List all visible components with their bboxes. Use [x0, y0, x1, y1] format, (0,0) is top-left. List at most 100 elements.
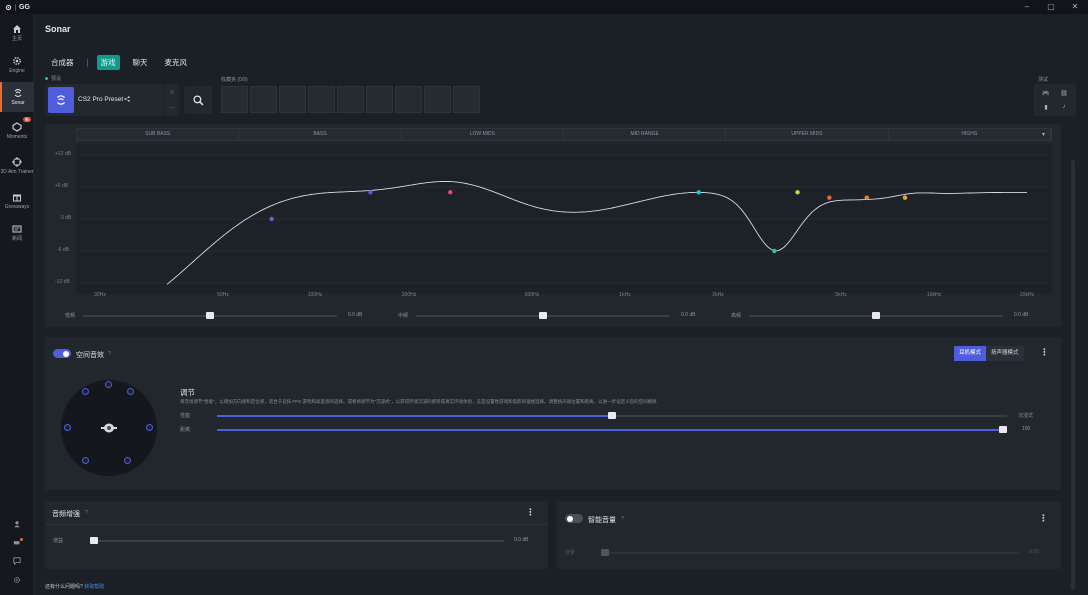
sidebar-item-moments[interactable]: 新 Moments [0, 116, 34, 146]
tab-mic[interactable]: 麦克风 [161, 55, 192, 70]
speaker-icon[interactable] [105, 381, 112, 388]
speaker-icon[interactable] [82, 457, 89, 464]
speaker-icon[interactable] [82, 388, 89, 395]
eq-node[interactable] [269, 216, 274, 222]
speaker-position-sphere[interactable] [61, 380, 157, 476]
eq-node[interactable] [902, 195, 908, 200]
speaker-icon[interactable] [64, 424, 71, 431]
more-dots-icon[interactable]: ··· [169, 105, 175, 111]
eq-node[interactable] [696, 190, 701, 195]
eq-node[interactable] [368, 190, 373, 195]
favorite-slot[interactable] [366, 86, 393, 113]
favorite-slot[interactable] [453, 86, 480, 113]
speaker-icon[interactable] [146, 424, 153, 431]
freq-label: 100Hz [307, 292, 323, 298]
page-title: Sonar [45, 24, 71, 34]
status-dot [45, 77, 48, 80]
band-upper-mids[interactable]: UPPER MIDS [726, 129, 889, 140]
immersion-slider-thumb[interactable] [608, 412, 616, 419]
bass-gain-thumb[interactable] [206, 312, 214, 319]
favorite-slot[interactable] [337, 86, 364, 113]
scrollbar[interactable] [1071, 160, 1075, 590]
speaker-icon[interactable] [124, 457, 131, 464]
spatial-audio-toggle[interactable] [53, 349, 71, 358]
help-icon[interactable]: ? [621, 516, 624, 522]
headphone-mode-button[interactable]: 耳机模式 [954, 346, 987, 361]
speaker-mode-button[interactable]: 扬声器模式 [986, 346, 1024, 361]
more-options-icon[interactable]: ⋮ [1040, 347, 1049, 358]
minimize-button[interactable]: – [1022, 2, 1032, 11]
boost-gain-thumb[interactable] [90, 537, 98, 544]
user-icon [14, 521, 20, 528]
chevron-down-icon[interactable]: ▾ [1042, 131, 1045, 138]
get-help-link[interactable]: 获取帮助 [84, 584, 104, 590]
distance-slider-thumb[interactable] [999, 426, 1007, 433]
sidebar-profile[interactable] [0, 520, 34, 528]
sidebar-item-aim-trainer[interactable]: 3D Aim Trainer [0, 148, 34, 184]
sidebar-devices[interactable] [0, 538, 34, 546]
preset-selector[interactable]: CS2 Pro Preset [45, 84, 179, 116]
help-question: 还有什么问题吗? [45, 584, 83, 590]
eq-node[interactable] [827, 195, 832, 200]
favorite-slot[interactable] [308, 86, 335, 113]
tab-mixer[interactable]: 合成器 [47, 55, 78, 70]
band-low-mids[interactable]: LOW MIDS [402, 129, 564, 140]
favorite-slot[interactable] [395, 86, 422, 113]
db-label: +6 dB [55, 183, 69, 189]
favorite-slot[interactable] [221, 86, 248, 113]
speaker-icon[interactable] [127, 388, 134, 395]
speaker-icon[interactable]: ▮ [1040, 102, 1052, 112]
mid-gain-thumb[interactable] [539, 312, 547, 319]
link-icon[interactable]: ⛓ [1058, 88, 1070, 98]
boost-gain-value: 0.0 dB [514, 537, 529, 543]
sidebar-item-giveaways[interactable]: Giveaways [0, 186, 34, 216]
treble-gain-value: 0.0 dB [1014, 312, 1029, 318]
help-icon[interactable]: ? [85, 510, 88, 516]
tab-chat[interactable]: 聊天 [129, 55, 152, 70]
smart-volume-panel: 智能音量 ? ⋮ 音量 0.00 [557, 501, 1061, 569]
tab-game[interactable]: 游戏 [96, 55, 120, 70]
tab-divider [86, 58, 88, 67]
eq-node[interactable] [772, 248, 777, 254]
favorite-star-icon[interactable]: ☆ [169, 89, 174, 96]
band-sub-bass[interactable]: SUB BASS [77, 129, 240, 140]
eq-node[interactable] [864, 195, 869, 200]
eq-curve-graph[interactable] [76, 144, 1052, 294]
music-note-icon[interactable]: ♪ [1058, 102, 1070, 112]
favorite-slot[interactable] [279, 86, 306, 113]
help-icon[interactable]: ? [108, 351, 111, 357]
maximize-button[interactable]: ▢ [1046, 2, 1056, 11]
freq-label: 5kHz [835, 292, 847, 298]
boost-gain-label: 增益 [53, 538, 64, 544]
eq-node[interactable] [795, 190, 800, 195]
favorite-slot[interactable] [250, 86, 277, 113]
sidebar-item-sonar[interactable]: Sonar [0, 82, 34, 112]
sidebar-item-home[interactable]: 主页 [0, 18, 34, 48]
sidebar-item-engine[interactable]: Engine [0, 50, 34, 80]
treble-gain-thumb[interactable] [872, 312, 880, 319]
test-label: 测试 [1038, 77, 1049, 83]
more-options-icon[interactable]: ⋮ [526, 507, 535, 518]
share-icon[interactable] [124, 96, 130, 102]
test-sounds: 🎮 ⛓ ▮ ♪ [1034, 84, 1076, 116]
divider [45, 524, 548, 525]
sidebar-settings[interactable] [0, 576, 34, 584]
preset-search-button[interactable] [184, 86, 212, 114]
preset-section-label: 预设 [45, 75, 61, 82]
smart-volume-slider[interactable] [601, 552, 1019, 554]
more-options-icon[interactable]: ⋮ [1039, 513, 1048, 524]
boost-gain-slider[interactable] [90, 540, 504, 542]
band-highs[interactable]: HIGHS [889, 129, 1051, 140]
eq-node[interactable] [448, 190, 453, 195]
smart-volume-toggle[interactable] [565, 514, 583, 523]
favorite-slot[interactable] [424, 86, 451, 113]
band-bass[interactable]: BASS [239, 129, 402, 140]
gamepad-icon[interactable]: 🎮 [1040, 88, 1052, 98]
smart-volume-thumb[interactable] [601, 549, 609, 556]
sidebar-feedback[interactable] [0, 557, 34, 565]
band-mid-range[interactable]: MID RANGE [564, 129, 727, 140]
mid-gain-label: 中频 [398, 313, 409, 319]
home-icon [13, 25, 21, 33]
close-button[interactable]: ✕ [1070, 2, 1080, 11]
sidebar-item-news[interactable]: 新闻 [0, 218, 34, 248]
